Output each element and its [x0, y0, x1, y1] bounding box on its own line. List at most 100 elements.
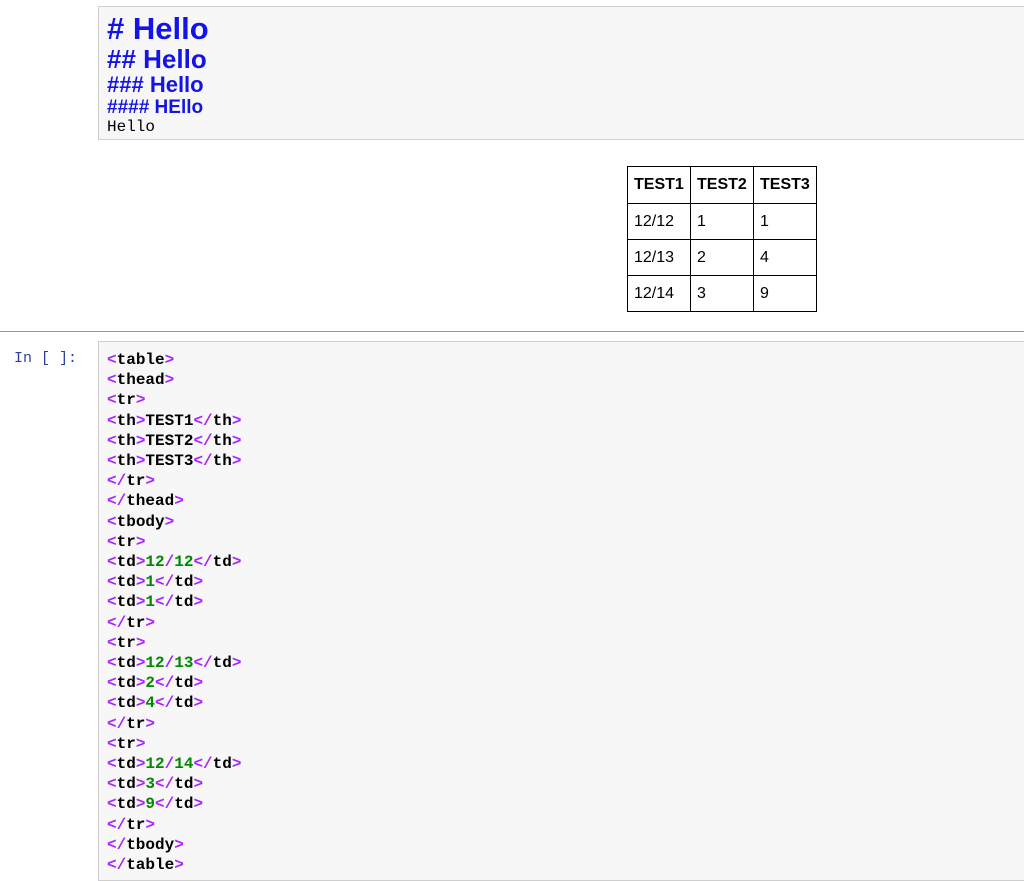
code-token: td	[174, 775, 194, 794]
code-token: <	[107, 573, 117, 592]
table-row: 12/12 1 1	[627, 203, 817, 240]
code-token: tr	[126, 714, 146, 733]
code-line: </tr>	[107, 613, 1024, 633]
table-cell: 9	[753, 275, 817, 312]
code-token: >	[231, 553, 242, 572]
code-token: <	[107, 391, 117, 410]
code-line: <tr>	[107, 532, 1024, 552]
code-token: >	[135, 411, 146, 430]
code-token: >	[193, 795, 204, 814]
code-token: </	[155, 694, 175, 713]
code-token: >	[135, 532, 146, 551]
code-token: >	[231, 654, 242, 673]
code-token: >	[193, 593, 204, 612]
code-token: td	[116, 694, 136, 713]
code-line: </thead>	[107, 491, 1024, 511]
code-token: /	[164, 553, 175, 572]
input-prompt: In [ ]:	[14, 350, 78, 367]
code-line: <td>4</td>	[107, 693, 1024, 713]
code-token: <	[107, 694, 117, 713]
code-token: >	[193, 775, 204, 794]
table-cell: 2	[690, 239, 754, 276]
code-token: <	[107, 734, 117, 753]
code-token: </	[193, 452, 213, 471]
code-line: <td>1</td>	[107, 592, 1024, 612]
code-token: </	[107, 815, 127, 834]
code-token: <	[107, 512, 117, 531]
code-token: td	[116, 674, 136, 693]
code-token: tr	[126, 613, 146, 632]
code-line: </table>	[107, 855, 1024, 875]
code-cell-editor[interactable]: <table> <thead> <tr> <th>TEST1</th> <th>TEST…	[98, 341, 1024, 881]
code-token: >	[135, 775, 146, 794]
code-token: TEST1	[145, 411, 194, 430]
code-token: >	[145, 472, 156, 491]
code-token: 3	[145, 775, 156, 794]
table-cell: 3	[690, 275, 754, 312]
code-token: <	[107, 755, 117, 774]
code-token: td	[212, 654, 232, 673]
code-token: td	[116, 553, 136, 572]
code-lines[interactable]: <table> <thead> <tr> <th>TEST1</th> <th>TEST…	[107, 350, 1024, 875]
code-token: td	[174, 573, 194, 592]
code-token: tr	[126, 472, 146, 491]
code-token: >	[145, 714, 156, 733]
code-token: >	[135, 734, 146, 753]
code-token: >	[174, 492, 184, 511]
code-token: td	[174, 694, 194, 713]
code-token: >	[135, 452, 146, 471]
code-token: <	[107, 351, 117, 369]
code-token: </	[155, 573, 175, 592]
code-token: td	[174, 674, 194, 693]
code-line: <table>	[107, 350, 1024, 370]
code-token: tr	[116, 391, 136, 410]
code-line: <th>TEST2</th>	[107, 431, 1024, 451]
code-token: th	[116, 452, 136, 471]
code-token: 12	[174, 553, 194, 572]
code-token: <	[107, 411, 117, 430]
code-token: TEST3	[145, 452, 194, 471]
code-token: 2	[145, 674, 156, 693]
code-line: <td>1</td>	[107, 572, 1024, 592]
code-line: <tr>	[107, 734, 1024, 754]
code-token: </	[107, 714, 127, 733]
code-token: td	[116, 654, 136, 673]
heading-h1: # Hello	[107, 11, 209, 46]
code-line: <td>3</td>	[107, 774, 1024, 794]
code-token: 1	[145, 593, 156, 612]
markdown-cell[interactable]: # Hello ## Hello ### Hello #### HEllo He…	[98, 6, 1024, 140]
code-token: >	[135, 755, 146, 774]
code-token: <	[107, 674, 117, 693]
code-token: th	[212, 411, 232, 430]
code-token: 12	[145, 654, 165, 673]
table-cell: 1	[753, 203, 817, 240]
code-token: td	[116, 775, 136, 794]
code-token: th	[116, 431, 136, 450]
code-token: </	[107, 472, 127, 491]
code-token: 14	[174, 755, 194, 774]
heading-h2: ## Hello	[107, 44, 207, 74]
table-header-cell: TEST1	[627, 166, 691, 204]
plain-text: Hello	[107, 118, 156, 136]
rendered-html-table: TEST1 TEST2 TEST3 12/12 1 1 12/13 2 4 12…	[627, 166, 817, 312]
code-token: thead	[116, 371, 165, 390]
table-cell: 12/14	[627, 275, 691, 312]
code-token: </	[193, 755, 213, 774]
heading-h3: ### Hello	[107, 72, 204, 97]
code-token: </	[107, 856, 127, 875]
code-line: <tr>	[107, 633, 1024, 653]
code-token: <	[107, 553, 117, 572]
code-token: tr	[126, 815, 146, 834]
code-line: <td>12/12</td>	[107, 552, 1024, 572]
code-token: </	[155, 795, 175, 814]
code-line: <th>TEST3</th>	[107, 451, 1024, 471]
code-token: th	[212, 431, 232, 450]
code-token: <	[107, 593, 117, 612]
code-token: td	[116, 573, 136, 592]
code-token: <	[107, 654, 117, 673]
code-token: /	[164, 654, 175, 673]
code-token: </	[193, 411, 213, 430]
code-token: >	[231, 411, 242, 430]
code-line: <td>2</td>	[107, 673, 1024, 693]
code-token: td	[116, 593, 136, 612]
